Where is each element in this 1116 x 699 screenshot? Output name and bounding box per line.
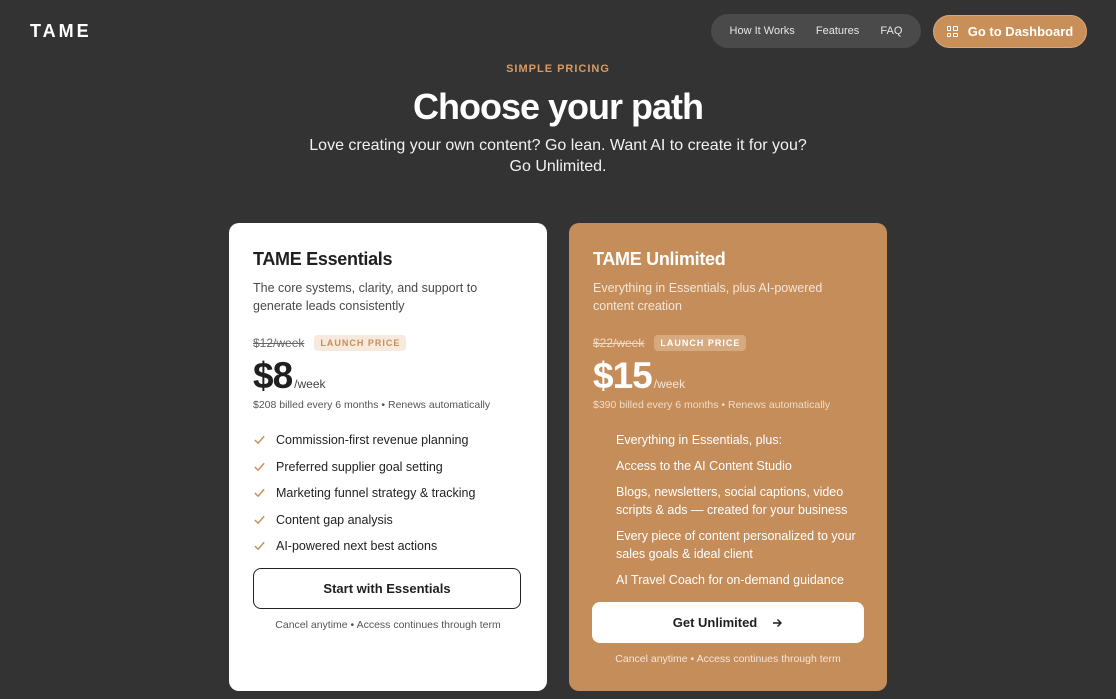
nav-faq[interactable]: FAQ [880,25,902,37]
unlimited-plan-card: TAME Unlimited Everything in Essentials,… [569,223,887,691]
start-with-essentials-button[interactable]: Start with Essentials [253,568,521,609]
eyebrow-label: SIMPLE PRICING [506,63,610,75]
price-period: /week [653,377,686,391]
price-amount: $15 [593,355,653,396]
essentials-plan-card: TAME Essentials The core systems, clarit… [229,223,547,691]
price: $15 /week [593,355,863,397]
logo[interactable]: TAME [30,21,92,42]
feature-text: Blogs, newsletters, social captions, vid… [616,485,848,517]
nav-how-it-works[interactable]: How It Works [730,25,795,37]
cancel-note: Cancel anytime • Access continues throug… [275,619,501,631]
feature-text: AI-powered next best actions [276,539,438,553]
billing-info: $208 billed every 6 months • Renews auto… [253,399,491,411]
feature-item: Commission-first revenue planning [253,431,523,449]
feature-text: Every piece of content personalized to y… [616,529,856,561]
billing-info: $390 billed every 6 months • Renews auto… [593,399,831,411]
feature-item: AI Travel Coach for on-demand guidance [593,571,863,589]
price: $8 /week [253,355,523,397]
nav-features[interactable]: Features [816,25,859,37]
price-row: $12/week LAUNCH PRICE [253,335,523,351]
cancel-note: Cancel anytime • Access continues throug… [615,653,841,665]
feature-item: AI-powered next best actions [253,537,523,555]
feature-item: Every piece of content personalized to y… [593,527,863,563]
plan-description: The core systems, clarity, and support t… [253,281,478,313]
old-price: $22/week [593,336,645,350]
feature-text: Content gap analysis [276,512,393,527]
launch-price-badge: LAUNCH PRICE [654,335,747,351]
feature-item: Content gap analysis [253,511,523,529]
feature-text: AI Travel Coach for on-demand guidance [616,573,844,587]
price-row: $22/week LAUNCH PRICE [593,335,863,351]
feature-item: Blogs, newsletters, social captions, vid… [593,483,863,519]
dashboard-button-label: Go to Dashboard [967,24,1074,39]
check-icon [254,462,265,471]
go-to-dashboard-button[interactable]: Go to Dashboard [933,15,1087,48]
check-icon [254,541,265,551]
launch-price-badge: LAUNCH PRICE [314,335,407,351]
feature-item: Access to the AI Content Studio [593,457,863,475]
feature-text: Everything in Essentials, plus: [616,433,783,447]
top-nav: How It Works Features FAQ [711,14,921,48]
arrow-right-icon [773,618,783,627]
feature-item: Preferred supplier goal setting [253,458,523,476]
feature-text: Marketing funnel strategy & tracking [276,486,476,500]
feature-item: Marketing funnel strategy & tracking [253,484,523,502]
grid-icon [946,26,958,37]
feature-list: Everything in Essentials, plus: Access t… [593,431,863,589]
plan-description: Everything in Essentials, plus AI-powere… [593,281,823,313]
feature-text: Commission-first revenue planning [276,433,469,447]
get-unlimited-label: Get Unlimited [672,615,758,630]
plan-name: TAME Essentials [253,249,393,269]
plan-name: TAME Unlimited [593,249,726,269]
price-amount: $8 [253,355,293,396]
old-price: $12/week [253,336,305,350]
feature-list: Commission-first revenue planning Prefer… [253,431,523,555]
page-subtitle: Love creating your own content? Go lean.… [309,137,807,175]
check-icon [254,488,265,498]
price-period: /week [294,377,326,391]
check-icon [254,435,265,445]
feature-text: Preferred supplier goal setting [276,459,443,474]
get-unlimited-button[interactable]: Get Unlimited [592,602,864,643]
page-title: Choose your path [412,86,704,127]
feature-item: Everything in Essentials, plus: [593,431,863,449]
feature-text: Access to the AI Content Studio [616,459,792,473]
check-icon [254,515,265,524]
